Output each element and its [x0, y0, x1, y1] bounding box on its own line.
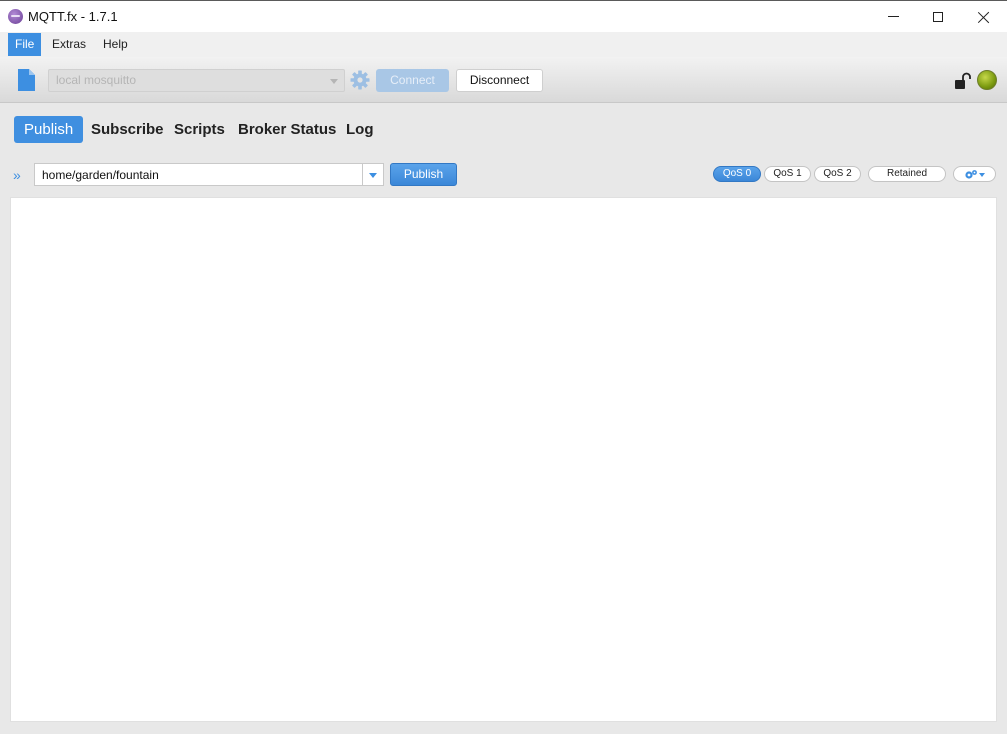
payload-editor[interactable] — [10, 197, 997, 722]
minimize-icon — [887, 16, 899, 17]
new-profile-icon[interactable] — [17, 69, 35, 91]
maximize-icon — [933, 11, 943, 22]
unlock-icon — [955, 72, 971, 89]
maximize-button[interactable] — [915, 1, 961, 32]
title-bar: MQTT.fx - 1.7.1 — [0, 0, 1007, 32]
tab-broker-status[interactable]: Broker Status — [228, 116, 346, 143]
close-icon — [978, 11, 990, 23]
minimize-button[interactable] — [870, 1, 916, 32]
menu-file[interactable]: File — [8, 33, 42, 56]
gear-icon[interactable] — [350, 70, 370, 90]
qos0-toggle[interactable]: QoS 0 — [713, 166, 761, 182]
tab-subscribe[interactable]: Subscribe — [81, 116, 174, 143]
disconnect-button[interactable]: Disconnect — [456, 69, 543, 92]
chevron-down-icon — [330, 79, 338, 84]
menu-extras[interactable]: Extras — [45, 33, 93, 56]
close-button[interactable] — [961, 1, 1007, 32]
topic-input[interactable] — [34, 163, 363, 186]
main-panel: Publish Subscribe Scripts Broker Status … — [0, 103, 1007, 734]
tab-publish[interactable]: Publish — [14, 116, 84, 143]
publish-options-button[interactable] — [953, 166, 996, 182]
settings-icon — [965, 170, 985, 179]
connect-button[interactable]: Connect — [376, 69, 449, 92]
window-title: MQTT.fx - 1.7.1 — [28, 9, 118, 24]
qos2-toggle[interactable]: QoS 2 — [814, 166, 861, 182]
connection-profile-select[interactable]: local mosquitto — [48, 69, 345, 92]
menu-help[interactable]: Help — [96, 33, 135, 56]
qos1-toggle[interactable]: QoS 1 — [764, 166, 811, 182]
connection-toolbar: local mosquitto Connect Disconnect — [0, 57, 1007, 103]
connection-profile-value: local mosquitto — [56, 73, 137, 87]
tab-scripts[interactable]: Scripts — [164, 116, 235, 143]
publish-button[interactable]: Publish — [390, 163, 457, 186]
retained-toggle[interactable]: Retained — [868, 166, 946, 182]
tab-log[interactable]: Log — [336, 116, 384, 143]
connection-status-indicator — [977, 70, 997, 90]
expand-icon[interactable]: » — [13, 167, 21, 183]
topic-dropdown-button[interactable] — [362, 163, 384, 186]
app-icon — [8, 9, 23, 24]
menu-bar: File Extras Help — [0, 32, 1007, 57]
